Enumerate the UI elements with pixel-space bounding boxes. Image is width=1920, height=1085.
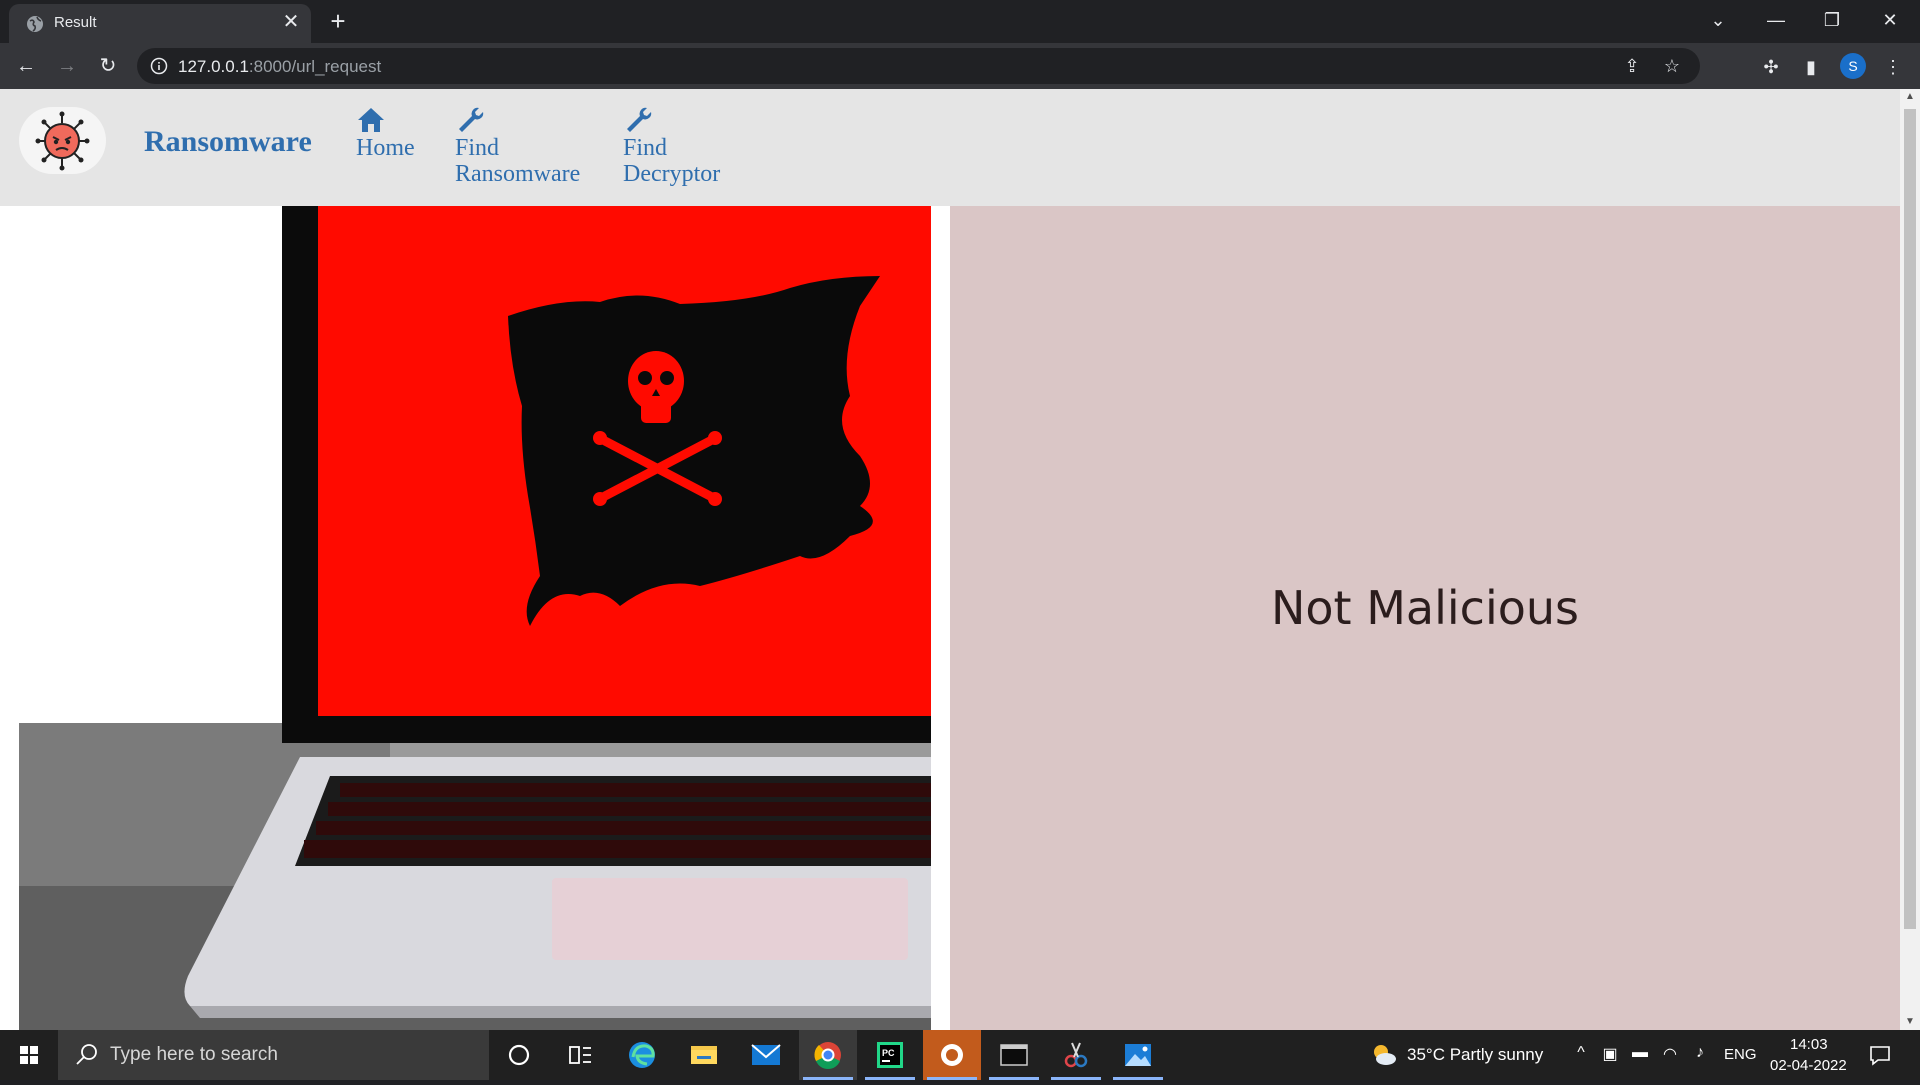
page-scrollbar[interactable]: ▲ ▼ — [1900, 89, 1920, 1030]
notifications-icon[interactable] — [1868, 1043, 1892, 1067]
menu-icon[interactable]: ⋮ — [1880, 54, 1906, 80]
bookmark-star-icon[interactable]: ☆ — [1660, 54, 1684, 78]
verdict-text: Not Malicious — [1271, 581, 1579, 635]
tab-search-icon[interactable]: ⌄ — [1690, 0, 1746, 40]
browser-toolbar: ← → ↻ 127.0.0.1:8000/url_request ☆ ⇪ ✣ ▮… — [0, 43, 1920, 89]
back-button[interactable]: ← — [10, 50, 42, 82]
svg-text:PC: PC — [882, 1048, 895, 1058]
edge-browser-icon[interactable] — [613, 1030, 671, 1080]
share-icon[interactable]: ⇪ — [1620, 54, 1644, 78]
weather-partly-sunny-icon[interactable] — [1370, 1042, 1398, 1068]
nav-home-label: Home — [356, 135, 415, 161]
info-icon[interactable] — [150, 57, 168, 75]
url-text[interactable]: 127.0.0.1:8000/url_request — [178, 57, 381, 77]
volume-icon[interactable]: ♪ — [1690, 1044, 1710, 1062]
start-button[interactable] — [0, 1030, 58, 1080]
nav-find-decryptor[interactable]: Find Decryptor — [623, 105, 720, 187]
restore-button[interactable]: ❐ — [1804, 0, 1860, 40]
address-bar[interactable]: 127.0.0.1:8000/url_request ☆ ⇪ — [137, 48, 1700, 84]
photos-icon[interactable] — [1109, 1030, 1167, 1080]
search-icon — [76, 1044, 97, 1065]
wrench-icon — [459, 107, 484, 132]
forward-button[interactable]: → — [51, 50, 83, 82]
clock-time[interactable]: 14:03 — [1790, 1036, 1828, 1053]
mail-icon[interactable] — [737, 1030, 795, 1080]
window-close-button[interactable]: ✕ — [1862, 0, 1918, 40]
terminal-icon[interactable] — [985, 1030, 1043, 1080]
weather-text[interactable]: 35°C Partly sunny — [1407, 1045, 1543, 1065]
meet-now-icon[interactable]: ▣ — [1600, 1044, 1620, 1064]
reload-button[interactable]: ↻ — [92, 50, 124, 82]
recorder-app-icon[interactable] — [923, 1030, 981, 1080]
wifi-icon[interactable]: ◠ — [1660, 1044, 1680, 1064]
battery-icon[interactable]: ▬ — [1630, 1044, 1650, 1062]
task-view-icon[interactable] — [551, 1030, 609, 1080]
ransomware-laptop-image — [0, 206, 931, 1030]
scroll-thumb[interactable] — [1904, 109, 1916, 929]
virus-logo[interactable] — [19, 107, 106, 174]
nav-find-decryptor-line2: Decryptor — [623, 161, 721, 187]
virus-icon — [35, 111, 90, 171]
windows-taskbar: Type here to search PC 35°C Partly sunny… — [0, 1030, 1920, 1080]
clock-date[interactable]: 02-04-2022 — [1770, 1057, 1847, 1074]
browser-tab[interactable]: Result ✕ — [9, 4, 311, 43]
nav-find-ransomware[interactable]: Find Ransomware — [455, 105, 580, 187]
tab-strip: Result ✕ + ⌄ — ❐ ✕ — [0, 0, 1920, 43]
nav-find-ransomware-line2: Ransomware — [455, 161, 581, 187]
nav-home[interactable]: Home — [356, 105, 415, 161]
page-viewport: Ransomware Home Find Ransomware Find Dec… — [0, 89, 1920, 1030]
wrench-icon — [627, 107, 652, 132]
tab-title: Result — [54, 14, 97, 31]
close-tab-icon[interactable]: ✕ — [279, 10, 303, 34]
nav-find-ransomware-line1: Find — [455, 135, 500, 161]
snipping-tool-icon[interactable] — [1047, 1030, 1105, 1080]
show-hidden-icons-chevron-icon[interactable]: ^ — [1571, 1044, 1591, 1062]
new-tab-button[interactable]: + — [323, 6, 353, 36]
nav-find-decryptor-line1: Find — [623, 135, 668, 161]
chrome-icon[interactable] — [799, 1030, 857, 1080]
side-panel-icon[interactable]: ▮ — [1798, 54, 1824, 80]
pycharm-icon[interactable]: PC — [861, 1030, 919, 1080]
file-explorer-icon[interactable] — [675, 1030, 733, 1080]
taskbar-search[interactable]: Type here to search — [58, 1030, 489, 1080]
language-indicator[interactable]: ENG — [1724, 1046, 1757, 1063]
search-placeholder: Type here to search — [110, 1044, 278, 1065]
scroll-down-arrow[interactable]: ▼ — [1900, 1014, 1920, 1030]
extensions-icon[interactable]: ✣ — [1758, 54, 1784, 80]
home-icon — [358, 108, 384, 132]
scroll-up-arrow[interactable]: ▲ — [1900, 89, 1920, 105]
laptop-pirate-flag-illustration — [19, 206, 931, 1030]
minimize-button[interactable]: — — [1748, 0, 1804, 40]
site-navbar: Ransomware Home Find Ransomware Find Dec… — [0, 89, 1900, 206]
brand-title[interactable]: Ransomware — [144, 125, 312, 159]
windows-logo-icon — [20, 1046, 38, 1064]
result-panel: Not Malicious — [950, 206, 1900, 1030]
globe-icon — [27, 16, 43, 32]
cortana-icon[interactable] — [490, 1030, 548, 1080]
profile-avatar[interactable]: S — [1840, 53, 1866, 79]
